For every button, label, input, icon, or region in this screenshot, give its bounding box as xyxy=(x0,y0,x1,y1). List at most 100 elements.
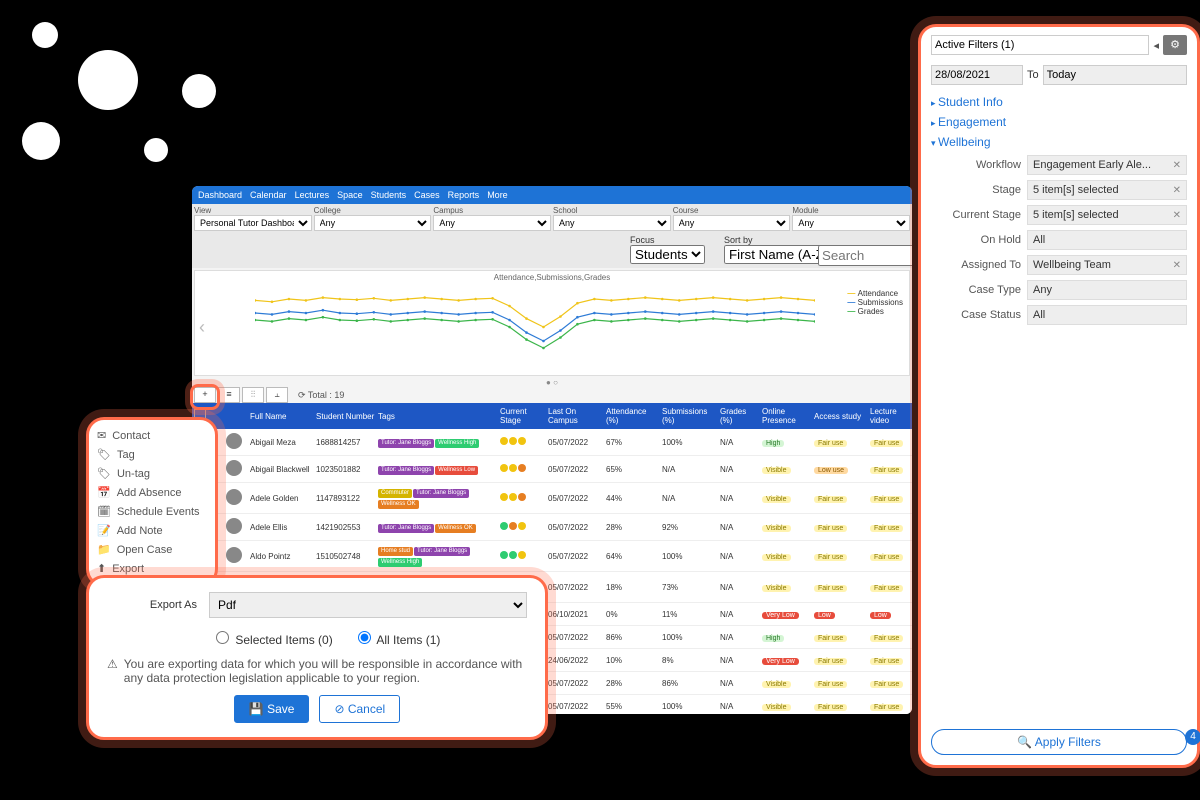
cell-stage xyxy=(500,522,546,532)
table-toolbar: + ≡ ⫶⫶ ⫠ ⟳ Total : 19 xyxy=(192,387,912,403)
course-select[interactable]: Any xyxy=(673,215,791,231)
chart-view-button[interactable]: ⫠ xyxy=(266,387,288,403)
nav-more[interactable]: More xyxy=(487,190,508,200)
clear-filter-icon[interactable]: ✕ xyxy=(1173,210,1181,221)
ctx-contact[interactable]: ✉Contact xyxy=(97,426,207,445)
refresh-icon[interactable]: ⟳ xyxy=(298,390,306,400)
nav-reports[interactable]: Reports xyxy=(448,190,480,200)
nav-students[interactable]: Students xyxy=(371,190,407,200)
section-engagement[interactable]: Engagement xyxy=(931,115,1187,129)
legend-submissions: Submissions xyxy=(847,298,903,307)
cell-lecture: Fair use xyxy=(870,494,912,503)
ctx-schedule[interactable]: 🗓Schedule Events xyxy=(97,502,207,521)
table-row[interactable]: ≡ Adele Golden 1147893122 CommuterTutor:… xyxy=(192,483,912,514)
nav-space[interactable]: Space xyxy=(337,190,363,200)
section-student-info[interactable]: Student Info xyxy=(931,95,1187,109)
collapse-icon[interactable]: ◂ xyxy=(1153,39,1159,52)
campus-select[interactable]: Any xyxy=(433,215,551,231)
col-studentnum[interactable]: Student Number xyxy=(316,412,376,421)
cell-access: Fair use xyxy=(814,523,868,532)
ctx-untag[interactable]: 🏷Un-tag xyxy=(97,464,207,483)
cell-tags: Home studTutor: Jane BloggsWellness High xyxy=(378,545,498,567)
cell-name: Aldo Pointz xyxy=(250,552,314,561)
note-icon: 📝 xyxy=(97,524,111,537)
cell-stage xyxy=(500,437,546,447)
cell-date: 24/06/2022 xyxy=(548,656,604,665)
apply-filters-button[interactable]: 🔍 Apply Filters xyxy=(931,729,1187,755)
focus-select[interactable]: Students xyxy=(630,245,705,264)
column-view-button[interactable]: ⫶⫶ xyxy=(242,387,264,403)
date-from-input[interactable] xyxy=(931,65,1023,85)
cell-lecture: Fair use xyxy=(870,702,912,711)
list-view-button[interactable]: ≡ xyxy=(218,387,240,403)
nav-dashboard[interactable]: Dashboard xyxy=(198,190,242,200)
filter-panel: ◂ ⚙ To Student Info Engagement Wellbeing… xyxy=(918,24,1200,768)
cell-online: Very Low xyxy=(762,610,812,619)
filter-value[interactable]: All xyxy=(1027,305,1187,325)
col-attendance[interactable]: Attendance (%) xyxy=(606,407,660,425)
chart-pager[interactable]: ● ○ xyxy=(192,378,912,387)
radio-selected[interactable]: Selected Items (0) xyxy=(211,628,333,647)
ctx-tag[interactable]: 🏷Tag xyxy=(97,445,207,464)
table-row[interactable]: ≡ Abigail Blackwell 1023501882 Tutor: Ja… xyxy=(192,456,912,483)
chart-legend: Attendance Submissions Grades xyxy=(847,289,903,316)
col-grades[interactable]: Grades (%) xyxy=(720,407,760,425)
active-filters-input[interactable] xyxy=(931,35,1149,55)
table-row[interactable]: ≡ Aldo Pointz 1510502748 Home studTutor:… xyxy=(192,541,912,572)
cell-date: 05/07/2022 xyxy=(548,523,604,532)
filter-row: Case Status All xyxy=(931,305,1187,325)
nav-calendar[interactable]: Calendar xyxy=(250,190,287,200)
filter-value[interactable]: All xyxy=(1027,230,1187,250)
folder-icon: 📁 xyxy=(97,543,111,556)
clear-filter-icon[interactable]: ✕ xyxy=(1173,260,1181,271)
filter-row: Case Type Any xyxy=(931,280,1187,300)
ctx-note[interactable]: 📝Add Note xyxy=(97,521,207,540)
cell-sub: 92% xyxy=(662,523,718,532)
cell-date: 05/07/2022 xyxy=(548,552,604,561)
chart-prev-icon[interactable]: ‹ xyxy=(199,317,205,338)
cell-sub: 100% xyxy=(662,438,718,447)
cell-stage xyxy=(500,464,546,474)
section-wellbeing[interactable]: Wellbeing xyxy=(931,135,1187,149)
cell-date: 05/07/2022 xyxy=(548,702,604,711)
filter-value[interactable]: Engagement Early Ale...✕ xyxy=(1027,155,1187,175)
col-lecture[interactable]: Lecture video xyxy=(870,407,912,425)
filter-value[interactable]: Any xyxy=(1027,280,1187,300)
filter-value[interactable]: 5 item[s] selected✕ xyxy=(1027,180,1187,200)
radio-all[interactable]: All Items (1) xyxy=(353,628,441,647)
cell-grd: N/A xyxy=(720,465,760,474)
cell-sub: 100% xyxy=(662,552,718,561)
nav-cases[interactable]: Cases xyxy=(414,190,440,200)
ctx-absence[interactable]: 📅Add Absence xyxy=(97,483,207,502)
col-tags[interactable]: Tags xyxy=(378,412,498,421)
col-fullname[interactable]: Full Name xyxy=(250,412,314,421)
nav-lectures[interactable]: Lectures xyxy=(295,190,330,200)
search-input[interactable] xyxy=(818,245,912,266)
college-select[interactable]: Any xyxy=(314,215,432,231)
school-select[interactable]: Any xyxy=(553,215,671,231)
table-row[interactable]: ≡ Adele Ellis 1421902553 Tutor: Jane Blo… xyxy=(192,514,912,541)
table-row[interactable]: ≡ Abigail Meza 1688814257 Tutor: Jane Bl… xyxy=(192,429,912,456)
col-access[interactable]: Access study xyxy=(814,412,868,421)
avatar xyxy=(226,489,242,505)
cell-grd: N/A xyxy=(720,610,760,619)
col-stage[interactable]: Current Stage xyxy=(500,407,546,425)
export-format-select[interactable]: Pdf xyxy=(209,592,527,618)
save-button[interactable]: 💾 Save xyxy=(234,695,310,723)
col-submissions[interactable]: Submissions (%) xyxy=(662,407,718,425)
module-select[interactable]: Any xyxy=(792,215,910,231)
ctx-opencase[interactable]: 📁Open Case xyxy=(97,540,207,559)
gear-icon[interactable]: ⚙ xyxy=(1163,35,1187,55)
chart-title: Attendance,Submissions,Grades xyxy=(195,271,909,282)
col-online[interactable]: Online Presence xyxy=(762,407,812,425)
filter-value[interactable]: Wellbeing Team✕ xyxy=(1027,255,1187,275)
filter-value[interactable]: 5 item[s] selected✕ xyxy=(1027,205,1187,225)
col-lastcampus[interactable]: Last On Campus xyxy=(548,407,604,425)
clear-filter-icon[interactable]: ✕ xyxy=(1173,185,1181,196)
cell-att: 55% xyxy=(606,702,660,711)
view-select[interactable]: Personal Tutor Dashboard xyxy=(194,215,312,231)
cell-att: 67% xyxy=(606,438,660,447)
date-to-input[interactable] xyxy=(1043,65,1187,85)
clear-filter-icon[interactable]: ✕ xyxy=(1173,160,1181,171)
cancel-button[interactable]: ⊘ Cancel xyxy=(319,695,400,723)
